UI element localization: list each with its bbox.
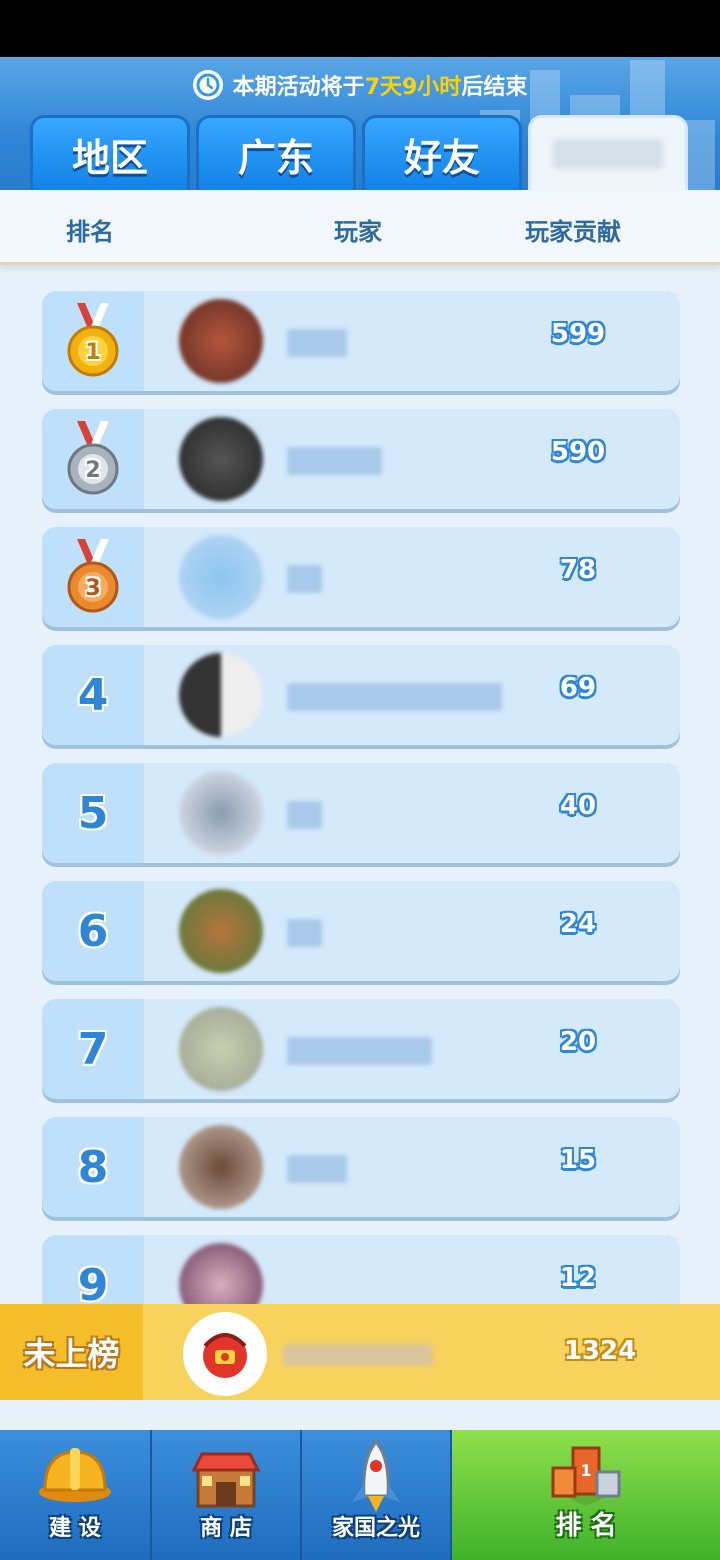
score: 15 [559,1145,597,1175]
player-name [287,801,322,829]
rank-number: 8 [42,1117,144,1217]
player-name [287,565,322,593]
player-name [287,447,382,475]
avatar [179,1007,263,1091]
svg-text:3: 3 [85,576,100,601]
rank-number: 6 [42,881,144,981]
player-name [287,919,322,947]
rank-cell: 2 [42,409,144,509]
my-rank-bar[interactable]: 未上榜 1324 [0,1304,720,1400]
score: 69 [559,673,597,703]
leaderboard-row[interactable]: 6 24 [42,881,680,981]
avatar [179,1243,263,1304]
nav-build-label: 建 设 [49,1516,101,1541]
svg-text:1: 1 [580,1461,591,1480]
score: 40 [559,791,597,821]
shop-icon [191,1452,261,1508]
score: 12 [559,1263,597,1293]
leaderboard-row[interactable]: 8 15 [42,1117,680,1217]
leaderboard-row[interactable]: 9 12 [42,1235,680,1304]
gold-medal-icon: 1 [67,303,119,377]
leaderboard-row[interactable]: 1 599 [42,291,680,391]
blurred-tab-label [553,139,663,169]
timer-remaining: 7天9小时 [364,75,462,100]
leaderboard-row[interactable]: 5 40 [42,763,680,863]
score: 24 [559,909,597,939]
my-rank-label: 未上榜 [0,1304,143,1400]
avatar [179,889,263,973]
leaderboard-list[interactable]: 1 599 2 590 3 78 4 69 5 40 6 24 7 20 8 1… [0,268,720,1304]
timer-prefix: 本期活动将于 [232,75,365,100]
tab-region[interactable]: 地区 [30,115,190,190]
score: 599 [550,319,606,349]
silver-medal-icon: 2 [67,421,119,495]
nav-build[interactable]: 建 设 [0,1430,152,1560]
avatar [179,1125,263,1209]
bronze-medal-icon: 3 [67,539,119,613]
nav-ranking[interactable]: 1 排 名 [452,1430,720,1560]
leaderboard-row[interactable]: 7 20 [42,999,680,1099]
leaderboard-row[interactable]: 4 69 [42,645,680,745]
rank-cell: 3 [42,527,144,627]
header: 本期活动将于 7天9小时 后结束 地区 广东 好友 [0,57,720,190]
player-name [287,1037,432,1065]
rocket-icon [352,1440,400,1512]
avatar [179,653,263,737]
rank-number: 9 [42,1235,144,1304]
rank-number: 4 [42,645,144,745]
status-bar [0,0,720,57]
nav-shop-label: 商 店 [200,1516,252,1541]
nav-shop[interactable]: 商 店 [152,1430,302,1560]
player-name [287,1155,347,1183]
player-name [287,329,347,357]
tab-guangdong[interactable]: 广东 [196,115,356,190]
avatar [179,535,263,619]
spacer [0,1400,720,1430]
rank-number: 7 [42,999,144,1099]
my-avatar [183,1312,267,1396]
rank-number: 5 [42,763,144,863]
scope-tabs: 地区 广东 好友 [30,115,720,190]
avatar [179,771,263,855]
clock-icon [192,70,223,100]
event-timer: 本期活动将于 7天9小时 后结束 [0,65,720,105]
bottom-nav: 建 设 商 店 家国之光 1 排 名 [0,1430,720,1560]
nav-homeland-label: 家国之光 [331,1516,420,1541]
red-character-icon [203,1333,247,1378]
tab-blurred[interactable] [528,115,688,190]
score: 20 [559,1027,597,1057]
tab-friends[interactable]: 好友 [362,115,522,190]
avatar [179,299,263,383]
svg-text:1: 1 [85,340,100,365]
column-player: 玩家 [334,218,382,246]
rank-cell: 1 [42,291,144,391]
column-rank: 排名 [66,218,114,246]
column-contribution: 玩家贡献 [525,218,621,246]
nav-ranking-label: 排 名 [555,1511,617,1541]
player-name [287,683,502,711]
score: 78 [559,555,597,585]
avatar [179,417,263,501]
svg-text:2: 2 [85,458,100,483]
leaderboard-row[interactable]: 3 78 [42,527,680,627]
my-score: 1324 [563,1336,637,1366]
nav-homeland[interactable]: 家国之光 [302,1430,452,1560]
score: 590 [550,437,606,467]
leaderboard-row[interactable]: 2 590 [42,409,680,509]
helmet-icon [39,1448,111,1502]
my-player-name [283,1344,433,1366]
timer-suffix: 后结束 [461,75,528,100]
column-header: 排名 玩家 玩家贡献 [0,190,720,265]
